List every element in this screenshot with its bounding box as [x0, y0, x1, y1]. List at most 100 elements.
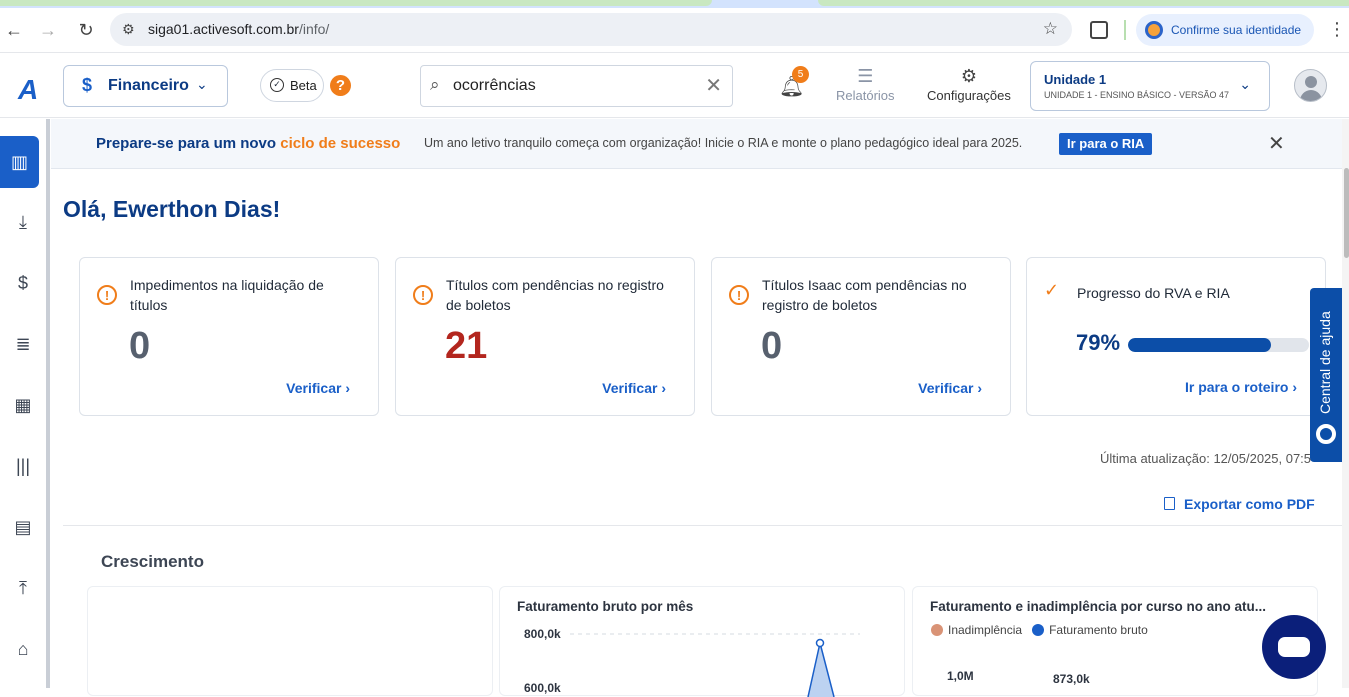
card-isaac-pending: ! Títulos Isaac com pendências no regist… [711, 257, 1011, 416]
gear-icon: ⚙ [960, 66, 977, 86]
beta-button[interactable]: ✓ Beta [260, 69, 324, 102]
chart-panel-course: Faturamento e inadimplência por curso no… [912, 586, 1318, 696]
module-selector[interactable]: $ Financeiro ⌄ [63, 65, 228, 107]
card-impediments: ! Impedimentos na liquidação de títulos … [79, 257, 379, 416]
browser-toolbar: ← → ↻ ⚙ siga01.activesoft.com.br/info/ ☆… [0, 8, 1349, 53]
chart-title: Faturamento e inadimplência por curso no… [930, 599, 1267, 614]
data-label: 873,0k [1053, 672, 1090, 686]
card-title: Títulos com pendências no registro de bo… [446, 277, 664, 313]
reports-icon: ☰ [857, 66, 874, 86]
card-title: Progresso do RVA e RIA [1077, 285, 1230, 301]
announcement-banner: Prepare-se para um novo ciclo de sucesso… [51, 119, 1342, 169]
banner-headline: Prepare-se para um novo ciclo de sucesso [96, 135, 401, 152]
card-boleto-pending: ! Títulos com pendências no registro de … [395, 257, 695, 416]
section-title: Crescimento [101, 552, 204, 571]
search-input[interactable] [453, 74, 693, 98]
card-progress: ✓ Progresso do RVA e RIA 79% Ir para o r… [1026, 257, 1326, 416]
beta-label: Beta [290, 78, 317, 93]
avatar[interactable] [1294, 69, 1327, 102]
tab-strip [0, 0, 1349, 8]
chat-button[interactable] [1262, 615, 1326, 679]
identity-label: Confirme sua identidade [1171, 23, 1302, 37]
settings-label: Configurações [927, 88, 1011, 103]
help-center-tab[interactable]: Central de ajuda [1310, 288, 1342, 462]
identity-chip[interactable]: Confirme sua identidade [1136, 14, 1314, 46]
sidebar-item-receipt[interactable]: ▤ [6, 510, 40, 544]
warning-icon: ! [413, 285, 433, 305]
notification-badge: 5 [792, 66, 809, 83]
reload-icon[interactable]: ↻ [74, 18, 98, 42]
sidebar-item-barcode[interactable]: ||| [6, 449, 40, 483]
search-box[interactable]: ⌕ ✕ [420, 65, 733, 107]
module-label: Financeiro [108, 77, 189, 94]
roadmap-link[interactable]: Ir para o roteiro › [1185, 379, 1297, 395]
banner-cta-button[interactable]: Ir para o RIA [1059, 133, 1153, 155]
card-title: Títulos Isaac com pendências no registro… [762, 277, 967, 313]
back-icon[interactable]: ← [2, 18, 26, 42]
search-icon: ⌕ [430, 75, 440, 94]
progress-percent: 79% [1076, 330, 1121, 355]
card-value: 0 [129, 325, 151, 367]
divider [63, 525, 1342, 526]
page-title: Olá, Ewerthon Dias! [63, 196, 281, 222]
last-update: Última atualização: 12/05/2025, 07:5 [1100, 451, 1312, 466]
toolbar-divider [1124, 20, 1126, 40]
site-info-icon[interactable]: ⚙ [122, 21, 135, 38]
chevron-down-icon: ⌄ [1239, 76, 1251, 92]
unit-selector[interactable]: Unidade 1 UNIDADE 1 - ENSINO BÁSICO - VE… [1030, 61, 1270, 111]
export-pdf-button[interactable]: Exportar como PDF [1164, 496, 1315, 512]
progress-fill [1128, 338, 1271, 352]
badge-check-icon: ✓ [270, 78, 284, 92]
warning-icon: ! [97, 285, 117, 305]
sidebar-item-download[interactable]: ⤓ [6, 205, 40, 239]
reports-label: Relatórios [836, 88, 895, 103]
card-value: 21 [445, 325, 488, 367]
unit-name: Unidade 1 [1044, 72, 1107, 87]
help-icon[interactable]: ? [330, 75, 351, 96]
address-bar[interactable]: ⚙ siga01.activesoft.com.br/info/ ☆ [110, 13, 1072, 46]
url-text: siga01.activesoft.com.br/info/ [148, 21, 330, 37]
help-center-label: Central de ajuda [1317, 311, 1333, 414]
sidebar-item-payments[interactable]: $ [6, 266, 40, 300]
card-title: Impedimentos na liquidação de títulos [130, 277, 324, 313]
verify-link[interactable]: Verificar › [918, 380, 982, 396]
sidebar-item-bank[interactable]: ⌂ [6, 632, 40, 666]
check-icon: ✓ [1044, 280, 1060, 300]
data-point [815, 638, 825, 648]
sidebar-item-qrcode[interactable]: ▦ [6, 388, 40, 422]
progress-bar [1128, 338, 1309, 352]
close-icon[interactable]: ✕ [1268, 131, 1285, 156]
forward-icon[interactable]: → [36, 18, 60, 42]
reports-button[interactable]: ☰ Relatórios [836, 66, 895, 103]
unit-subtitle: UNIDADE 1 - ENSINO BÁSICO - VERSÃO 47 [1044, 90, 1230, 100]
lifebuoy-icon [1316, 424, 1336, 444]
clear-search-icon[interactable]: ✕ [705, 73, 722, 98]
chat-bubble-icon [1278, 637, 1310, 657]
verify-link[interactable]: Verificar › [286, 380, 350, 396]
card-value: 0 [761, 325, 783, 367]
document-icon [1164, 497, 1175, 510]
sidebar: ▥ ⤓ $ ≣ ▦ ||| ▤ ⤒ ⌂ [0, 119, 50, 688]
legend-item[interactable]: Faturamento bruto [1049, 623, 1148, 637]
banner-description: Um ano letivo tranquilo começa com organ… [424, 136, 1023, 150]
revenue-chart [570, 633, 860, 697]
bookmark-star-icon[interactable]: ☆ [1043, 19, 1058, 39]
chart-panel-empty [87, 586, 493, 696]
sidebar-item-dashboard[interactable]: ▥ [0, 136, 39, 188]
profile-icon [1145, 21, 1163, 39]
verify-link[interactable]: Verificar › [602, 380, 666, 396]
app-logo[interactable]: A [18, 74, 38, 106]
extensions-icon[interactable] [1090, 21, 1108, 39]
app-header: A $ Financeiro ⌄ ✓ Beta ? ⌕ ✕ 🔔︎ 5 ☰ Rel… [0, 54, 1349, 118]
scrollbar-thumb[interactable] [1344, 168, 1349, 258]
legend-item[interactable]: Inadimplência [948, 623, 1022, 637]
chevron-down-icon: ⌄ [196, 76, 208, 92]
chart-legend: Inadimplência Faturamento bruto [931, 623, 1148, 637]
settings-button[interactable]: ⚙ Configurações [927, 66, 1011, 103]
warning-icon: ! [729, 285, 749, 305]
y-tick-label: 1,0M [947, 669, 974, 683]
browser-menu-icon[interactable]: ⋮ [1328, 19, 1346, 40]
sidebar-item-list[interactable]: ≣ [6, 327, 40, 361]
sidebar-item-upload[interactable]: ⤒ [6, 571, 40, 605]
chart-panel-revenue: Faturamento bruto por mês 800,0k 600,0k [499, 586, 905, 697]
